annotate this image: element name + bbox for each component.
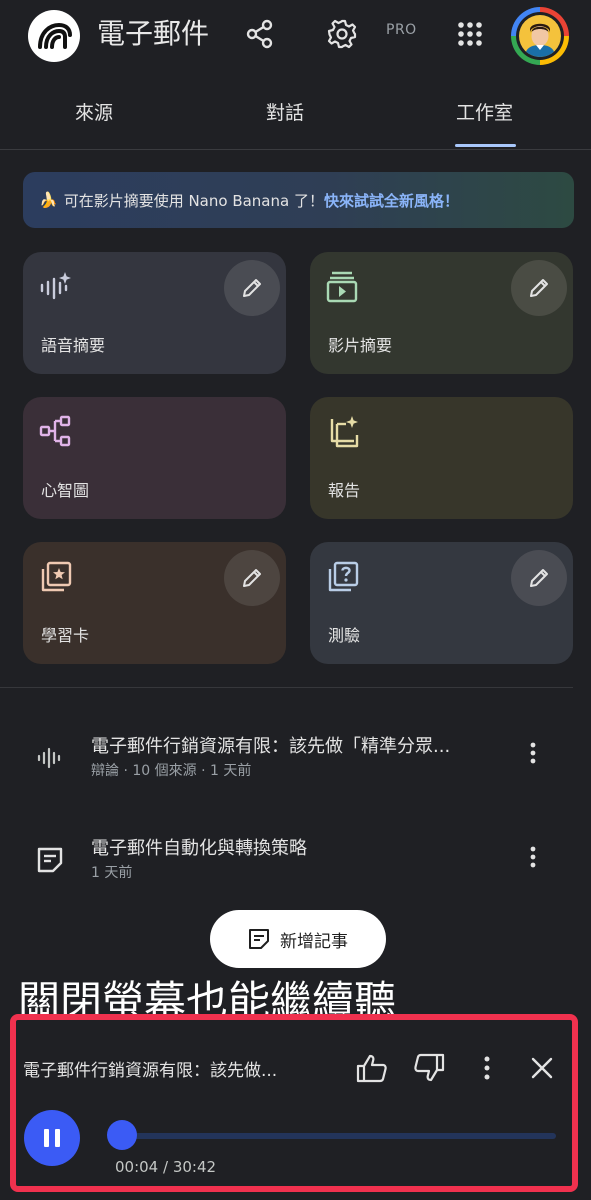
notebook-title[interactable]: 電子郵件 [97,14,213,54]
player-title[interactable]: 電子郵件行銷資源有限：該先做... [23,1056,323,1081]
card-quiz[interactable]: 測驗 [310,542,573,664]
divider [0,687,573,688]
card-label: 學習卡 [41,626,90,645]
note-title: 電子郵件自動化與轉換策略 [91,838,307,859]
pro-badge: PRO [386,22,417,38]
card-report[interactable]: 報告 [310,397,573,519]
card-label: 報告 [328,481,361,500]
report-spark-icon [326,415,360,449]
settings-icon[interactable] [325,14,359,54]
time-display: 00:04 / 30:42 [115,1158,217,1176]
quiz-icon [326,560,360,594]
thumbs-down-icon[interactable] [411,1050,447,1086]
edit-pencil-icon[interactable] [511,550,567,606]
more-vert-icon[interactable] [469,1050,505,1086]
tab-chat[interactable]: 對話 [266,98,304,125]
audio-spark-icon [39,270,73,304]
edit-pencil-icon[interactable] [224,550,280,606]
note-subtitle: 1 天前 [91,865,133,881]
more-vert-icon[interactable] [520,736,546,770]
tab-selected-indicator [455,144,516,147]
card-label: 影片摘要 [328,336,393,355]
note-icon [34,844,66,876]
list-item[interactable]: 電子郵件自動化與轉換策略 1 天前 [0,826,591,896]
banana-icon: 🍌 [39,191,58,209]
card-label: 語音摘要 [41,336,106,355]
card-label: 心智圖 [41,481,90,500]
list-item[interactable]: 電子郵件行銷資源有限：該先做「精準分眾... 辯論 · 10 個來源 · 1 天… [0,720,591,790]
tab-bar: 來源 對話 工作室 [0,84,591,150]
flashcards-icon [39,560,73,594]
avatar[interactable] [511,7,569,65]
pause-button[interactable] [24,1110,80,1166]
close-icon[interactable] [524,1050,560,1086]
avatar-image [519,15,561,57]
card-mind-map[interactable]: 心智圖 [23,397,286,519]
audio-player: 電子郵件行銷資源有限：該先做... 00:04 / 30:42 [10,1014,578,1192]
announcement-banner: 🍌 可在影片摘要使用 Nano Banana 了！ 快來試試全新風格！ [23,172,574,228]
card-video-overview[interactable]: 影片摘要 [310,252,573,374]
notebooklm-logo-icon[interactable] [28,10,80,62]
audio-wave-icon [34,742,66,774]
share-icon[interactable] [243,14,277,54]
more-vert-icon[interactable] [520,840,546,874]
card-flashcards[interactable]: 學習卡 [23,542,286,664]
note-subtitle: 辯論 · 10 個來源 · 1 天前 [91,763,252,779]
banner-text: 可在影片摘要使用 Nano Banana 了！ [63,191,324,210]
progress-knob[interactable] [106,1120,137,1150]
apps-grid-icon[interactable] [453,14,487,54]
progress-track[interactable] [116,1133,556,1139]
note-title: 電子郵件行銷資源有限：該先做「精準分眾... [91,736,451,757]
app-header: 電子郵件 PRO [0,0,591,72]
edit-pencil-icon[interactable] [224,260,280,316]
add-note-button[interactable]: 新增記事 [210,910,386,968]
banner-link[interactable]: 快來試試全新風格！ [324,190,459,211]
tab-studio[interactable]: 工作室 [456,98,513,125]
edit-pencil-icon[interactable] [511,260,567,316]
pause-icon [44,1129,60,1147]
card-label: 測驗 [328,626,361,645]
tab-sources[interactable]: 來源 [75,98,113,125]
card-audio-overview[interactable]: 語音摘要 [23,252,286,374]
add-note-label: 新增記事 [280,931,348,952]
mind-map-icon [39,415,73,449]
thumbs-up-icon[interactable] [354,1050,390,1086]
video-summary-icon [326,270,360,304]
note-icon [249,929,269,949]
